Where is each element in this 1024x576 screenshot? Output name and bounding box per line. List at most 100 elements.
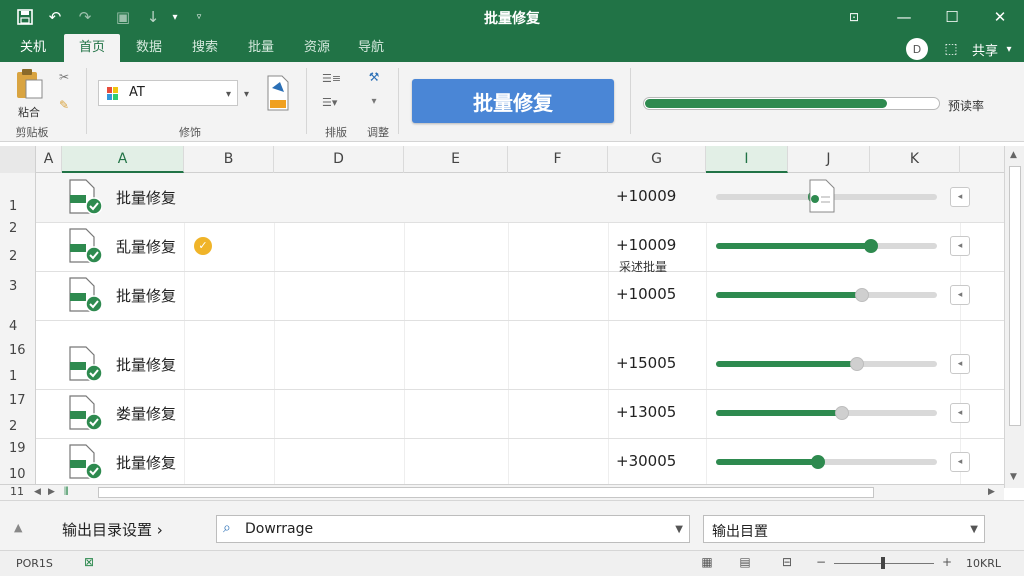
page-layout-icon[interactable]: ▤: [736, 555, 754, 571]
scroll-right-icon[interactable]: ▶: [988, 487, 995, 497]
row-header[interactable]: 2: [0, 419, 36, 434]
column-header[interactable]: D: [274, 146, 404, 173]
column-header[interactable]: E: [404, 146, 508, 173]
scroll-thumb[interactable]: [1009, 166, 1021, 426]
paste-button[interactable]: 粘合: [10, 104, 48, 120]
account-avatar[interactable]: D: [906, 38, 928, 60]
paste-icon[interactable]: [14, 68, 44, 100]
tab-data[interactable]: 数据: [124, 34, 174, 62]
file-value: +30005: [616, 452, 677, 470]
column-header[interactable]: K: [870, 146, 960, 173]
tab-search[interactable]: 搜索: [180, 34, 230, 62]
progress-slider[interactable]: [716, 406, 937, 420]
ribbon-display-icon[interactable]: ⊡: [840, 5, 868, 29]
share-chevron-icon[interactable]: ▾: [1002, 38, 1016, 60]
window-title: 批量修复: [484, 11, 540, 27]
row-header[interactable]: 2: [0, 221, 36, 236]
slider-knob[interactable]: [863, 239, 878, 253]
column-header[interactable]: F: [508, 146, 608, 173]
close-icon[interactable]: ✕: [986, 5, 1014, 29]
file-value: +10009: [616, 236, 677, 254]
sheet-tab-icon[interactable]: ⫴: [64, 485, 69, 499]
file-row[interactable]: 娄量修复 +13005 ◂: [36, 389, 1004, 438]
vertical-scrollbar[interactable]: ▲ ▼: [1004, 146, 1024, 488]
tab-home[interactable]: 首页: [64, 34, 120, 62]
tab-navigate[interactable]: 导航: [346, 34, 396, 62]
chevron-down-icon[interactable]: ▼: [970, 524, 978, 535]
font-name-select[interactable]: AT: [98, 80, 238, 106]
file-row[interactable]: 批量修复 采述批量 +10005 ◂: [36, 260, 1004, 320]
output-target-select[interactable]: 输出目置 ▼: [703, 515, 985, 543]
column-header[interactable]: J: [788, 146, 870, 173]
file-row[interactable]: 乱量修复 ✓ +10009 ◂: [36, 222, 1004, 271]
numbering-icon[interactable]: ☰▾: [322, 96, 346, 110]
tab-batch[interactable]: 批量: [236, 34, 286, 62]
slider-knob[interactable]: [834, 406, 849, 420]
tab-resources[interactable]: 资源: [292, 34, 342, 62]
minimize-icon[interactable]: —: [890, 5, 918, 29]
scroll-up-icon[interactable]: ▲: [1010, 150, 1017, 160]
scroll-down-icon[interactable]: ▼: [1010, 472, 1017, 482]
slider-knob[interactable]: [810, 455, 825, 469]
format-painter-icon[interactable]: ✎: [54, 98, 74, 116]
row-header[interactable]: 10: [0, 467, 36, 482]
progress-slider[interactable]: [716, 357, 937, 371]
row-action-icon[interactable]: ◂: [950, 452, 970, 472]
ribbon-separator: [630, 68, 631, 134]
progress-slider[interactable]: [716, 288, 937, 302]
file-row[interactable]: 批量修复 +30005 ◂: [36, 438, 1004, 487]
column-header[interactable]: I: [706, 146, 788, 173]
download-path-combo[interactable]: ⌕ Dowrrage ▼: [216, 515, 690, 543]
output-dir-settings-link[interactable]: 输出目录设置 ›: [62, 519, 163, 540]
slider-knob[interactable]: [850, 357, 865, 371]
row-header[interactable]: 2: [0, 249, 36, 264]
column-header[interactable]: A: [36, 146, 62, 173]
zoom-slider-knob[interactable]: [881, 557, 885, 569]
file-row[interactable]: 批量修复 +15005 ◂: [36, 340, 1004, 389]
zoom-in-icon[interactable]: +: [938, 555, 956, 571]
column-header[interactable]: B: [184, 146, 274, 173]
row-headers: 1 2 2 3 4 16 1 17 2 19 10: [0, 173, 36, 488]
fill-color-icon[interactable]: [262, 74, 292, 114]
row-action-icon[interactable]: ◂: [950, 285, 970, 305]
row-action-icon[interactable]: ◂: [950, 236, 970, 256]
row-action-icon[interactable]: ◂: [950, 354, 970, 374]
macro-icon[interactable]: ⊠: [80, 555, 98, 571]
chevron-down-icon[interactable]: ▼: [675, 524, 683, 535]
bullets-icon[interactable]: ☰≡: [322, 72, 346, 86]
zoom-out-icon[interactable]: −: [812, 555, 830, 571]
adjust-icon[interactable]: ⚒: [364, 70, 384, 88]
row-header[interactable]: 3: [0, 279, 36, 294]
horizontal-scroll-thumb[interactable]: [98, 487, 874, 498]
row-header[interactable]: 1: [0, 369, 36, 384]
row-header[interactable]: 16: [0, 343, 36, 358]
select-all-corner[interactable]: [0, 146, 36, 173]
normal-view-icon[interactable]: ▦: [698, 555, 716, 571]
column-header[interactable]: A: [62, 146, 184, 173]
progress-slider[interactable]: [716, 455, 937, 469]
row-header[interactable]: 19: [0, 441, 36, 456]
row-action-icon[interactable]: ◂: [950, 403, 970, 423]
font-dropdown-icon[interactable]: ▾: [226, 89, 231, 100]
row-header[interactable]: 1: [0, 199, 36, 214]
collapse-up-icon[interactable]: ▲: [14, 521, 22, 534]
sheet-next-icon[interactable]: ▶: [48, 487, 55, 497]
progress-slider[interactable]: [716, 239, 937, 253]
batch-repair-button[interactable]: 批量修复: [412, 79, 614, 123]
page-break-icon[interactable]: ⊟: [778, 555, 796, 571]
file-row[interactable]: 批量修复 +10009 ◂: [36, 173, 1004, 222]
cut-icon[interactable]: ✂: [54, 70, 74, 88]
comment-icon[interactable]: ⬚: [940, 38, 962, 60]
row-header[interactable]: 11: [10, 485, 24, 498]
row-header[interactable]: 17: [0, 393, 36, 408]
column-header[interactable]: G: [608, 146, 706, 173]
tab-file[interactable]: 关机: [8, 34, 58, 62]
row-action-icon[interactable]: ◂: [950, 187, 970, 207]
slider-knob[interactable]: [854, 288, 869, 302]
sheet-prev-icon[interactable]: ◀: [34, 487, 41, 497]
share-button[interactable]: 共享: [968, 38, 1002, 60]
row-header[interactable]: 4: [0, 319, 36, 334]
font-size-dropdown-icon[interactable]: ▾: [244, 89, 249, 100]
maximize-icon[interactable]: ☐: [938, 5, 966, 29]
adjust-chevron-icon[interactable]: ▾: [364, 96, 384, 114]
